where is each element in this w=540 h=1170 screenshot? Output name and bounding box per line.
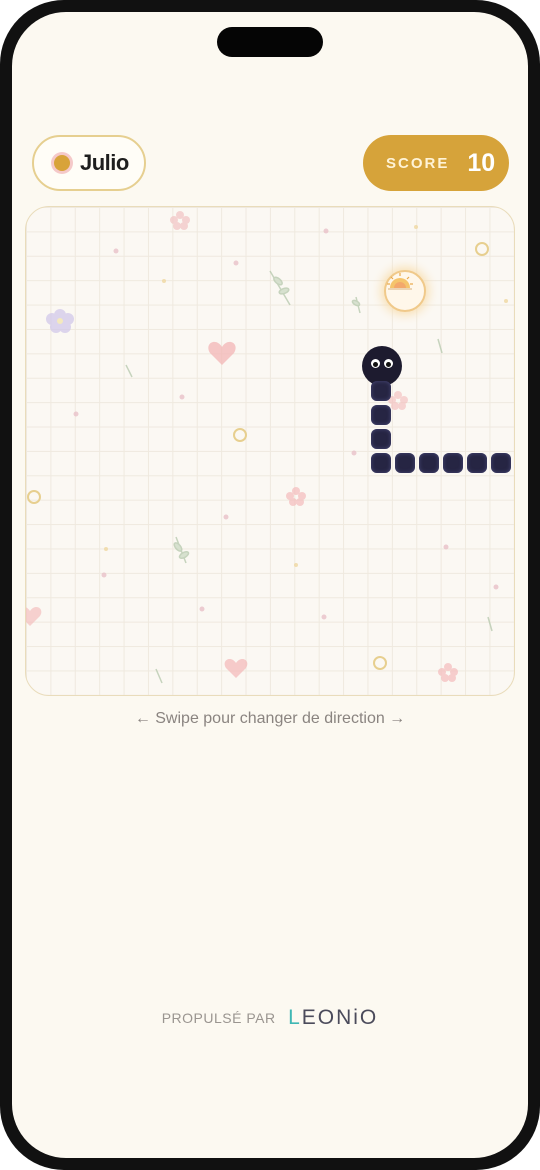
flower-icon — [438, 663, 458, 682]
snake-segment — [371, 381, 391, 401]
brand-logo-letter: L — [288, 1006, 302, 1029]
player-name: Julio — [80, 150, 129, 175]
powered-by-footer: PROPULSÉ PAR LEONiO — [12, 1006, 528, 1030]
snake-segment — [371, 453, 391, 473]
snake-segment — [371, 405, 391, 425]
brand-logo[interactable]: LEONiO — [288, 1006, 378, 1029]
heart-icon — [26, 606, 42, 626]
swipe-hint: ← Swipe pour changer de direction → — [134, 710, 406, 727]
player-badge: Julio — [32, 135, 146, 191]
heart-icon — [208, 341, 236, 365]
leaf-icon — [173, 536, 190, 564]
score-value: 10 — [467, 148, 496, 177]
snake-segment — [371, 429, 391, 449]
flower-icon — [286, 487, 306, 506]
snake-segment — [491, 453, 511, 473]
snake-segment — [443, 453, 463, 473]
snake-segment — [395, 453, 415, 473]
leaf-icon — [269, 270, 291, 306]
ring-icon — [475, 242, 489, 256]
flower-icon — [388, 391, 408, 410]
brand-logo-text: EONiO — [301, 1006, 379, 1029]
phone-frame: Julio SCORE 10 ← Swipe pour changer de d… — [0, 0, 540, 1170]
snake-segment — [467, 453, 487, 473]
leaf-icon — [351, 296, 361, 314]
sun-rising-icon — [387, 273, 413, 290]
score-badge: SCORE 10 — [363, 135, 509, 191]
app-screen: Julio SCORE 10 ← Swipe pour changer de d… — [12, 12, 528, 1158]
heart-icon — [224, 658, 248, 678]
flower-icon — [170, 211, 190, 230]
ring-icon — [373, 656, 387, 670]
player-status-dot — [54, 155, 70, 171]
ring-icon — [27, 490, 41, 504]
food-sun-icon — [384, 270, 426, 312]
score-label: SCORE — [386, 154, 450, 172]
ring-icon — [233, 428, 247, 442]
game-board[interactable] — [25, 206, 515, 696]
dynamic-island — [217, 27, 323, 57]
snake-eye — [384, 359, 393, 368]
snake-segment — [419, 453, 439, 473]
snake-head — [362, 346, 402, 386]
powered-by-label: PROPULSÉ PAR — [161, 1010, 276, 1026]
star-icon — [73, 228, 499, 620]
board-decorations — [26, 211, 508, 684]
leaf-icon — [125, 338, 493, 684]
snake-eye — [371, 359, 380, 368]
flower-icon — [46, 309, 74, 333]
star-icon — [104, 225, 508, 567]
